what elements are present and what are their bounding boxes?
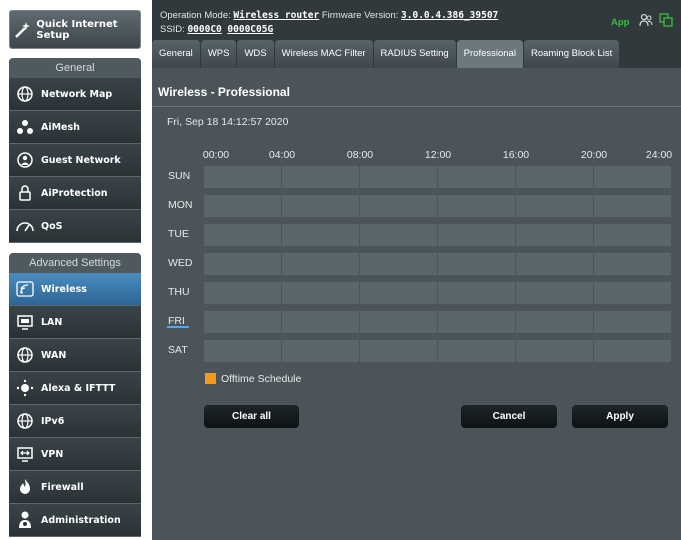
gauge-icon: [9, 218, 41, 234]
day-label-thu: THU: [168, 286, 190, 298]
sidebar-item-label: Firewall: [41, 481, 84, 493]
sidebar-item-label: IPv6: [41, 415, 65, 427]
sidebar-item-lan[interactable]: LAN: [9, 306, 141, 339]
apply-button[interactable]: Apply: [572, 405, 668, 428]
sidebar-item-label: Administration: [41, 514, 121, 526]
sidebar-item-ipv6[interactable]: IPv6: [9, 405, 141, 438]
globe-icon: [9, 346, 41, 364]
sidebar-item-label: Wireless: [41, 283, 87, 295]
tab-wds[interactable]: WDS: [237, 40, 274, 68]
firmware-version-link[interactable]: 3.0.0.4.386_39507: [401, 10, 498, 21]
day-label-sun: SUN: [168, 170, 191, 182]
operation-mode-line: Operation Mode: Wireless router Firmware…: [160, 10, 498, 21]
hour-label: 24:00: [645, 149, 673, 161]
general-section-header: General: [9, 58, 141, 78]
usb-devices-icon[interactable]: [659, 13, 673, 30]
sidebar-item-guest-network[interactable]: Guest Network: [9, 144, 141, 177]
schedule-row-sat[interactable]: [204, 340, 671, 362]
tab-wireless-mac-filter[interactable]: Wireless MAC Filter: [274, 40, 373, 68]
tab-wps[interactable]: WPS: [200, 40, 237, 68]
globe-icon: [9, 85, 41, 103]
hour-label: 20:00: [580, 149, 608, 161]
quick-internet-setup-button[interactable]: Quick Internet Setup: [9, 10, 141, 49]
operation-mode-link[interactable]: Wireless router: [233, 10, 319, 21]
voice-icon: [9, 379, 41, 397]
users-icon[interactable]: [639, 13, 653, 30]
offtime-legend-label: Offtime Schedule: [221, 373, 302, 385]
sidebar-item-label: Network Map: [41, 88, 113, 100]
lock-icon: [9, 184, 41, 202]
ssid-2g-link[interactable]: 0000C0: [187, 24, 221, 35]
hour-label: 00:00: [202, 149, 230, 161]
tab-radius-setting[interactable]: RADIUS Setting: [373, 40, 456, 68]
sidebar-item-label: LAN: [41, 316, 63, 328]
clear-all-button[interactable]: Clear all: [204, 405, 299, 428]
app-link[interactable]: App: [611, 17, 629, 28]
sidebar-item-network-map[interactable]: Network Map: [9, 78, 141, 111]
vpn-icon: [9, 445, 41, 463]
ssid-label: SSID:: [160, 24, 185, 35]
sidebar-item-label: Guest Network: [41, 154, 121, 166]
sidebar-item-aiprotection[interactable]: AiProtection: [9, 177, 141, 210]
ssid-line: SSID: 0000C0 0000C05G: [160, 24, 276, 35]
sidebar-item-firewall[interactable]: Firewall: [9, 471, 141, 504]
title-divider: [152, 106, 681, 107]
sidebar-item-label: WAN: [41, 349, 67, 361]
fire-icon: [9, 478, 41, 496]
monitor-icon: [9, 313, 41, 331]
top-header: Operation Mode: Wireless router Firmware…: [152, 0, 681, 68]
sidebar-item-vpn[interactable]: VPN: [9, 438, 141, 471]
sidebar-item-label: AiMesh: [41, 121, 80, 133]
sidebar-item-wan[interactable]: WAN: [9, 339, 141, 372]
schedule-row-sun[interactable]: [204, 166, 671, 188]
hour-label: 04:00: [268, 149, 296, 161]
hour-label: 12:00: [424, 149, 452, 161]
quick-internet-setup-label: Quick Internet Setup: [36, 18, 118, 41]
sidebar-item-label: Alexa & IFTTT: [41, 382, 116, 394]
sidebar-item-alexa-ifttt[interactable]: Alexa & IFTTT: [9, 372, 141, 405]
day-label-wed: WED: [168, 257, 193, 269]
guest-network-icon: [9, 151, 41, 169]
tab-general[interactable]: General: [152, 40, 200, 68]
sidebar-item-label: VPN: [41, 448, 64, 460]
sidebar-item-aimesh[interactable]: AiMesh: [9, 111, 141, 144]
day-label-sat: SAT: [168, 344, 188, 356]
day-label-mon: MON: [168, 199, 193, 211]
firmware-label: Firmware Version:: [321, 10, 399, 21]
sidebar-item-wireless[interactable]: Wireless: [9, 273, 141, 306]
schedule-row-tue[interactable]: [204, 224, 671, 246]
cancel-button[interactable]: Cancel: [461, 405, 557, 428]
advanced-settings-section-header: Advanced Settings: [9, 253, 141, 273]
magic-wand-icon: [10, 20, 36, 40]
person-gear-icon: [9, 510, 41, 530]
wifi-icon: [9, 280, 41, 298]
schedule-row-wed[interactable]: [204, 253, 671, 275]
sidebar: Quick Internet Setup General Network Map…: [0, 0, 143, 540]
sidebar-item-administration[interactable]: Administration: [9, 504, 141, 537]
mesh-icon: [9, 118, 41, 136]
ssid-5g-link[interactable]: 0000C05G: [227, 24, 273, 35]
schedule-row-fri[interactable]: [204, 311, 671, 333]
globe-icon: [9, 412, 41, 430]
current-datetime: Fri, Sep 18 14:12:57 2020: [167, 116, 289, 128]
schedule-row-thu[interactable]: [204, 282, 671, 304]
schedule-row-mon[interactable]: [204, 195, 671, 217]
sidebar-item-label: QoS: [41, 220, 63, 232]
operation-mode-label: Operation Mode:: [160, 10, 231, 21]
tab-roaming-block-list[interactable]: Roaming Block List: [523, 40, 620, 68]
hour-label: 08:00: [346, 149, 374, 161]
page-title: Wireless - Professional: [158, 85, 290, 99]
tab-bar: General WPS WDS Wireless MAC Filter RADI…: [152, 40, 620, 68]
main-panel: Wireless - Professional Fri, Sep 18 14:1…: [152, 68, 681, 540]
tab-professional[interactable]: Professional: [456, 40, 523, 68]
sidebar-item-label: AiProtection: [41, 187, 108, 199]
offtime-legend-swatch: [205, 373, 216, 384]
today-indicator: [167, 326, 189, 328]
sidebar-item-qos[interactable]: QoS: [9, 210, 141, 243]
day-label-tue: TUE: [168, 228, 189, 240]
hour-label: 16:00: [502, 149, 530, 161]
